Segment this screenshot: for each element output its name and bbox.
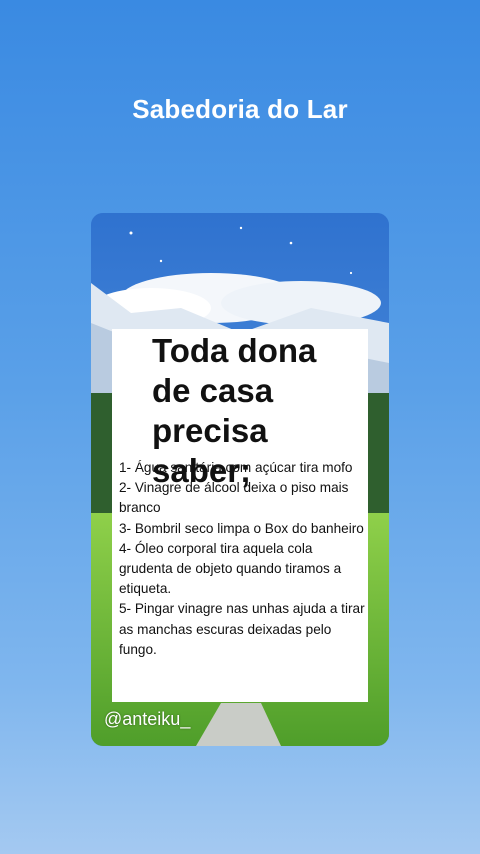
tip-item: 5- Pingar vinagre nas unhas ajuda a tira… <box>119 601 365 657</box>
author-watermark: @anteiku_ <box>104 709 191 729</box>
tip-item: 3- Bombril seco limpa o Box do banheiro <box>119 520 364 536</box>
tip-item: 4- Óleo corporal tira aquela cola gruden… <box>119 540 342 597</box>
page-title: Sabedoria do Lar <box>132 94 348 124</box>
post-card[interactable]: Toda dona de casa precisa saber; 1- Água… <box>91 213 389 746</box>
tip-item: 2- Vinagre de álcool deixa o piso mais b… <box>119 480 349 516</box>
text-panel: Toda dona de casa precisa saber; 1- Água… <box>112 329 368 702</box>
tips-list: 1- Água sanitária com açúcar tira mofo 2… <box>119 458 367 660</box>
tip-item: 1- Água sanitária com açúcar tira mofo <box>119 460 353 475</box>
